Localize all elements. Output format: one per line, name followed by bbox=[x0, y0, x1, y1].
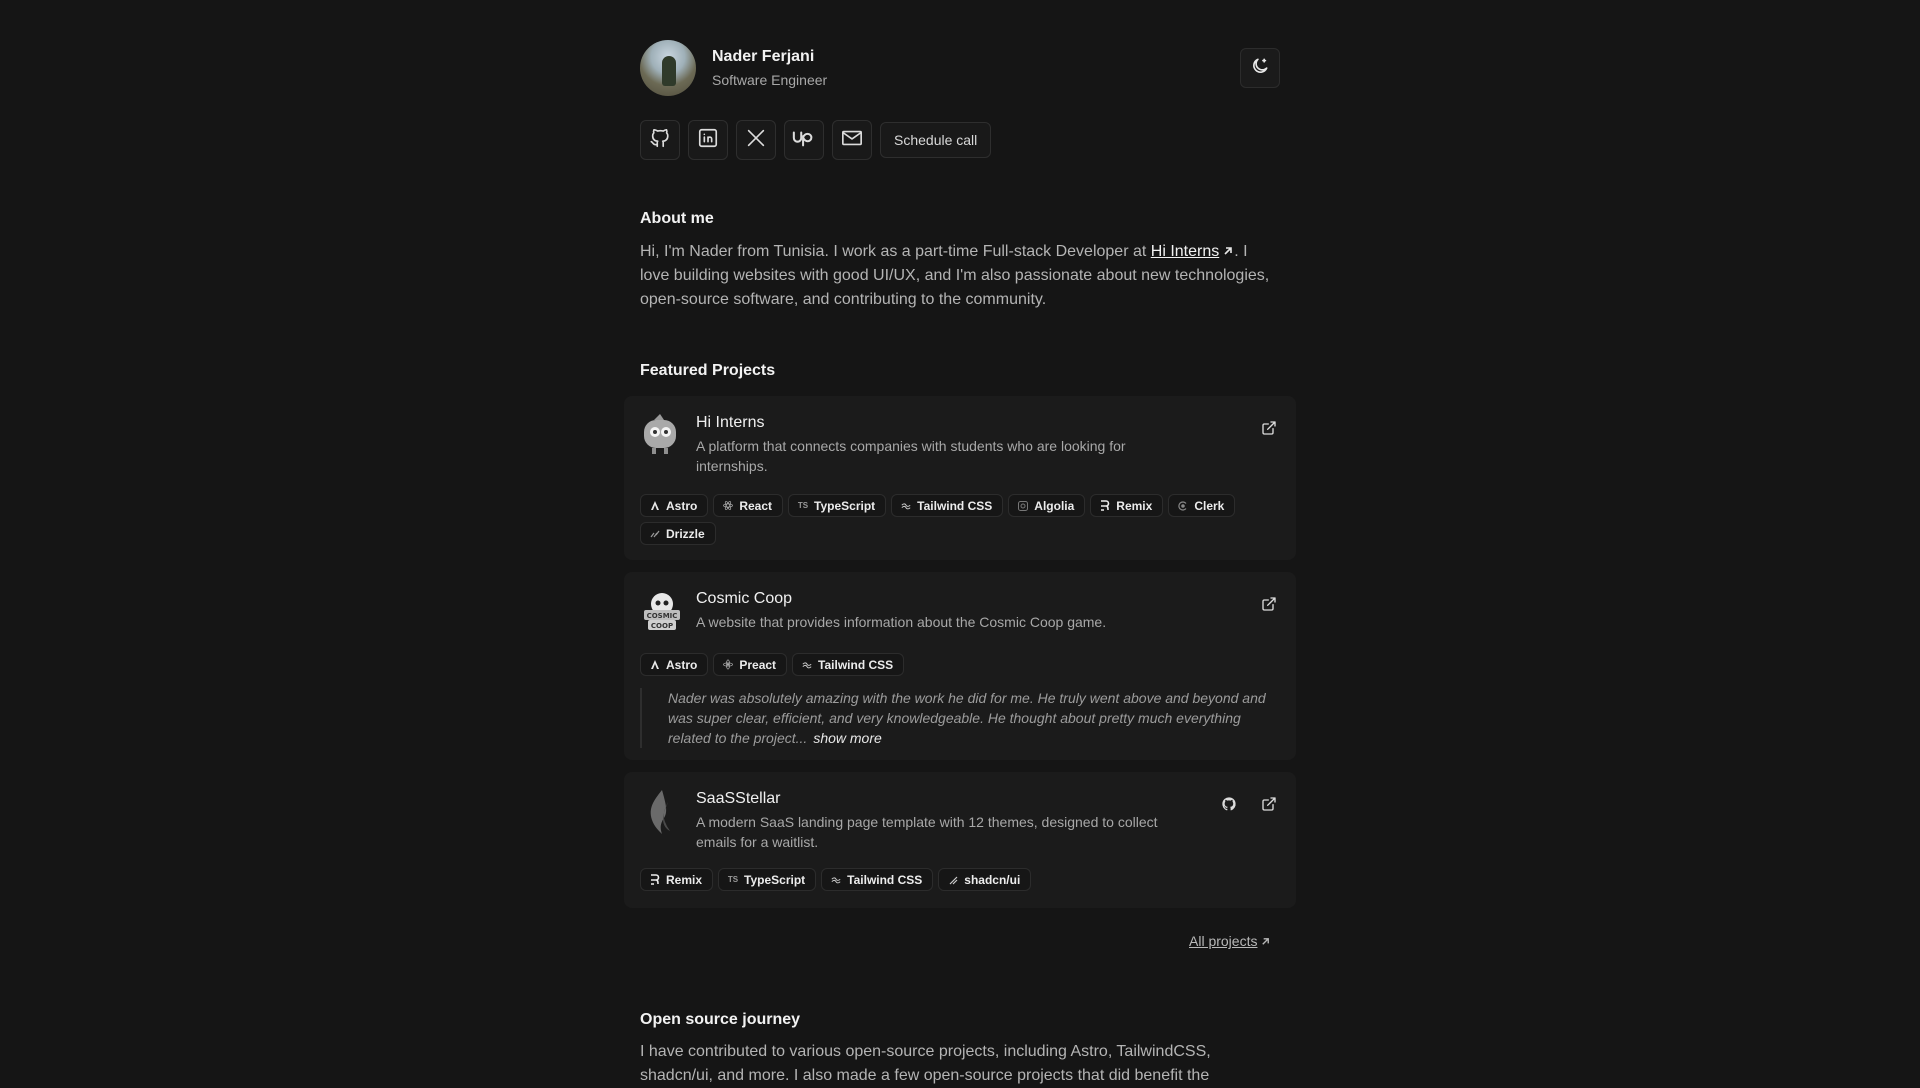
tag-label: Remix bbox=[666, 872, 703, 887]
project-title: Hi Interns bbox=[696, 414, 765, 431]
tag-tailwind: Tailwind CSS bbox=[792, 653, 905, 676]
project-description: A website that provides information abou… bbox=[696, 614, 1107, 630]
drizzle-icon bbox=[650, 529, 660, 539]
astro-icon bbox=[650, 500, 660, 511]
about-text-start: Hi, I'm Nader from Tunisia. I work as a … bbox=[640, 243, 1151, 260]
theme-toggle-button[interactable] bbox=[1240, 48, 1280, 88]
tag-label: Astro bbox=[666, 657, 698, 672]
mail-icon bbox=[840, 127, 864, 154]
email-button[interactable] bbox=[832, 120, 872, 160]
tag-label: Drizzle bbox=[666, 526, 705, 541]
hi-interns-link[interactable]: Hi Interns bbox=[1151, 243, 1219, 260]
saasstellar-logo-icon bbox=[640, 788, 680, 834]
tag-label: Clerk bbox=[1194, 498, 1225, 513]
tech-tags: Astro Preact Tailwind CSS bbox=[640, 653, 1280, 676]
tag-drizzle: Drizzle bbox=[640, 522, 716, 545]
schedule-call-button[interactable]: Schedule call bbox=[880, 122, 992, 158]
tag-label: Algolia bbox=[1034, 498, 1075, 513]
profile-header: Nader Ferjani Software Engineer bbox=[640, 40, 1280, 96]
moon-icon bbox=[1250, 56, 1270, 81]
tailwind-icon bbox=[831, 875, 841, 885]
avatar bbox=[640, 40, 696, 96]
tag-typescript: TS TypeScript bbox=[718, 868, 817, 891]
tech-tags: Astro React TS TypeScript Tailwind CSS Al… bbox=[640, 494, 1280, 545]
tag-shadcn: shadcn/ui bbox=[938, 868, 1032, 891]
tech-tags: Remix TS TypeScript Tailwind CSS shadcn/u… bbox=[640, 868, 1280, 891]
testimonial-text: Nader was absolutely amazing with the wo… bbox=[668, 690, 1266, 746]
project-description: A modern SaaS landing page template with… bbox=[696, 814, 1158, 850]
tag-label: TypeScript bbox=[744, 872, 806, 887]
tag-react: React bbox=[713, 494, 784, 517]
preact-icon bbox=[723, 659, 734, 670]
typescript-icon: TS bbox=[727, 875, 739, 884]
about-heading: About me bbox=[640, 210, 714, 227]
x-icon bbox=[745, 127, 767, 154]
algolia-icon bbox=[1018, 500, 1029, 511]
react-icon bbox=[723, 501, 734, 511]
open-source-heading: Open source journey bbox=[640, 1011, 801, 1028]
tag-label: Remix bbox=[1116, 498, 1153, 513]
tag-tailwind: Tailwind CSS bbox=[821, 868, 934, 891]
project-title: SaaSStellar bbox=[696, 790, 781, 807]
project-card-hi-interns[interactable]: Hi Interns A platform that connects comp… bbox=[624, 396, 1296, 560]
tailwind-icon bbox=[901, 501, 911, 511]
external-arrow-icon bbox=[1219, 243, 1234, 260]
github-icon bbox=[649, 127, 671, 154]
social-links: Schedule call bbox=[640, 120, 992, 160]
hi-interns-logo-icon bbox=[640, 412, 680, 454]
typescript-icon: TS bbox=[797, 501, 809, 510]
open-external-icon[interactable] bbox=[1260, 795, 1278, 813]
tag-label: Astro bbox=[666, 498, 698, 513]
testimonial-quote: Nader was absolutely amazing with the wo… bbox=[640, 688, 1280, 748]
tag-label: Tailwind CSS bbox=[917, 498, 993, 513]
tag-remix: Remix bbox=[640, 868, 714, 891]
tag-clerk: Clerk bbox=[1168, 494, 1236, 517]
shadcn-icon bbox=[948, 875, 958, 885]
linkedin-icon bbox=[697, 127, 719, 154]
about-text: Hi, I'm Nader from Tunisia. I work as a … bbox=[640, 240, 1280, 312]
tag-preact: Preact bbox=[713, 653, 788, 676]
external-arrow-icon bbox=[1257, 933, 1271, 949]
tag-algolia: Algolia bbox=[1008, 494, 1086, 517]
all-projects-label: All projects bbox=[1189, 933, 1258, 949]
tailwind-icon bbox=[802, 660, 812, 670]
project-title: Cosmic Coop bbox=[696, 590, 793, 607]
tag-astro: Astro bbox=[640, 653, 709, 676]
project-card-saasstellar[interactable]: SaaSStellar A modern SaaS landing page t… bbox=[624, 772, 1296, 908]
profile-name: Nader Ferjani bbox=[712, 48, 815, 65]
open-source-text: I have contributed to various open-sourc… bbox=[640, 1043, 1211, 1084]
svg-text:COSMIC: COSMIC bbox=[647, 612, 678, 620]
x-twitter-button[interactable] bbox=[736, 120, 776, 160]
remix-icon bbox=[1100, 500, 1110, 511]
tag-label: React bbox=[739, 498, 773, 513]
cosmic-coop-logo-icon: COSMIC COOP bbox=[640, 588, 680, 630]
tag-label: Tailwind CSS bbox=[847, 872, 923, 887]
github-repo-icon[interactable] bbox=[1220, 795, 1238, 813]
tag-label: Preact bbox=[739, 657, 777, 672]
tag-astro: Astro bbox=[640, 494, 709, 517]
upwork-button[interactable] bbox=[784, 120, 824, 160]
project-card-cosmic-coop[interactable]: COSMIC COOP Cosmic Coop A website that p… bbox=[624, 572, 1296, 760]
tag-tailwind: Tailwind CSS bbox=[891, 494, 1004, 517]
open-external-icon[interactable] bbox=[1260, 419, 1278, 437]
svg-text:COOP: COOP bbox=[651, 622, 673, 630]
page-content: Nader Ferjani Software Engineer Schedule… bbox=[624, 0, 1296, 1084]
tag-typescript: TS TypeScript bbox=[788, 494, 887, 517]
upwork-icon bbox=[792, 127, 816, 154]
open-external-icon[interactable] bbox=[1260, 595, 1278, 613]
remix-icon bbox=[650, 874, 660, 885]
featured-projects-heading: Featured Projects bbox=[640, 362, 776, 379]
linkedin-button[interactable] bbox=[688, 120, 728, 160]
profile-role: Software Engineer bbox=[712, 72, 828, 88]
tag-label: Tailwind CSS bbox=[818, 657, 894, 672]
all-projects-link[interactable]: All projects bbox=[1189, 933, 1271, 949]
github-button[interactable] bbox=[640, 120, 680, 160]
tag-label: TypeScript bbox=[814, 498, 876, 513]
tag-remix: Remix bbox=[1090, 494, 1164, 517]
tag-label: shadcn/ui bbox=[964, 872, 1021, 887]
astro-icon bbox=[650, 659, 660, 670]
clerk-icon bbox=[1178, 500, 1188, 511]
show-more-link[interactable]: show more bbox=[813, 730, 881, 746]
project-description: A platform that connects companies with … bbox=[696, 438, 1126, 474]
